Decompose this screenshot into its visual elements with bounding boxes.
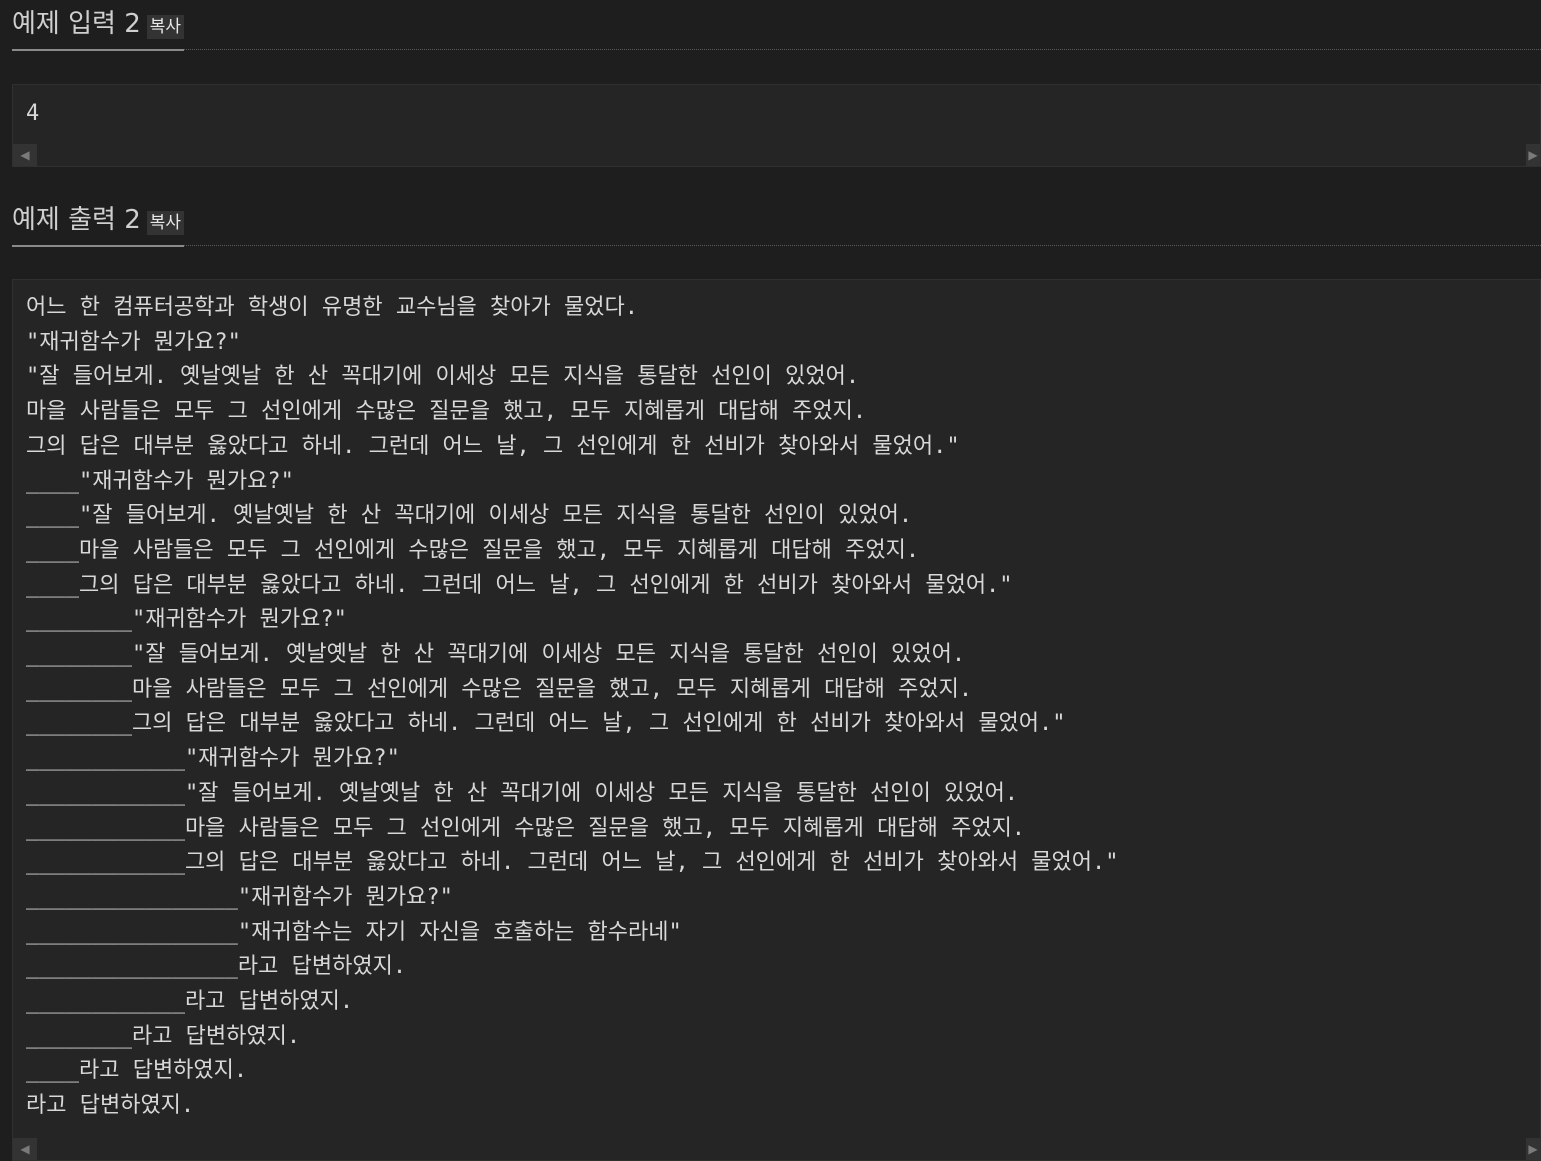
sample-input-box: 4 ◀ ▶	[12, 84, 1541, 167]
sample-output-text: 어느 한 컴퓨터공학과 학생이 유명한 교수님을 찾아가 물었다. "재귀함수가…	[26, 295, 1119, 1119]
sample-input-text: 4	[26, 101, 40, 126]
triangle-right-icon[interactable]: ▶	[1526, 144, 1540, 166]
triangle-left-icon[interactable]: ◀	[13, 1138, 37, 1160]
header-divider	[12, 49, 1541, 50]
scrollbar-track[interactable]	[37, 1138, 1526, 1160]
sample-input-title-wrap: 예제 입력 2 복사	[12, 9, 185, 51]
scrollbar-track[interactable]	[37, 144, 1526, 166]
sample-output-title-wrap: 예제 출력 2 복사	[12, 205, 185, 247]
triangle-left-icon[interactable]: ◀	[13, 144, 37, 166]
header-divider	[12, 245, 1541, 246]
sample-output-title: 예제 출력 2	[12, 205, 141, 235]
copy-output-button[interactable]: 복사	[146, 211, 185, 235]
sample-output-box: 어느 한 컴퓨터공학과 학생이 유명한 교수님을 찾아가 물었다. "재귀함수가…	[12, 279, 1541, 1161]
horizontal-scrollbar[interactable]: ◀ ▶	[13, 144, 1540, 166]
horizontal-scrollbar[interactable]: ◀ ▶	[13, 1138, 1540, 1160]
triangle-right-icon[interactable]: ▶	[1526, 1138, 1540, 1160]
sample-input-title: 예제 입력 2	[12, 9, 141, 39]
sample-input-header: 예제 입력 2 복사	[12, 0, 1541, 51]
copy-input-button[interactable]: 복사	[146, 15, 185, 39]
sample-output-header: 예제 출력 2 복사	[12, 196, 1541, 247]
